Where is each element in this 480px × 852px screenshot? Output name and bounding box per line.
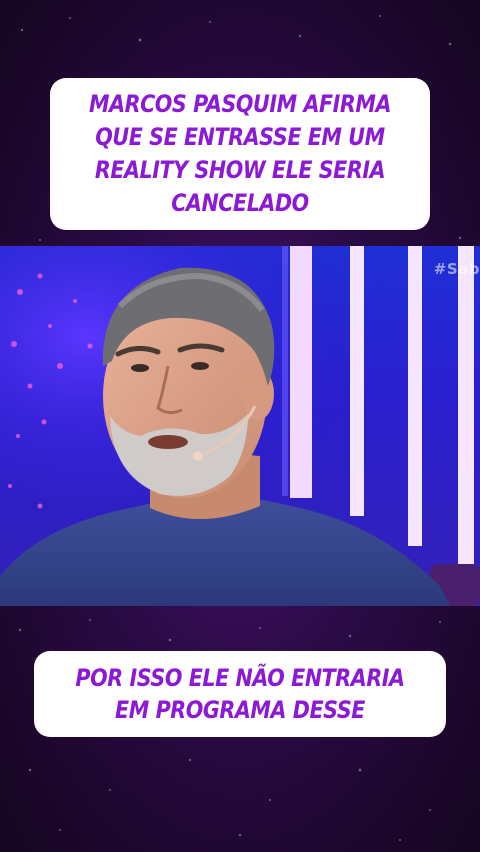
bottom-caption-text: POR ISSO ELE NÃO ENTRARIA EM PROGRAMA DE…: [75, 664, 405, 724]
video-frame: #Sab: [0, 246, 480, 606]
top-caption-box: MARCOS PASQUIM AFIRMA QUE SE ENTRASSE EM…: [50, 78, 430, 230]
channel-watermark: #Sab: [433, 260, 480, 278]
bottom-caption-box: POR ISSO ELE NÃO ENTRARIA EM PROGRAMA DE…: [34, 651, 446, 737]
studio-scene: [0, 246, 480, 606]
top-caption-text: MARCOS PASQUIM AFIRMA QUE SE ENTRASSE EM…: [88, 90, 392, 217]
